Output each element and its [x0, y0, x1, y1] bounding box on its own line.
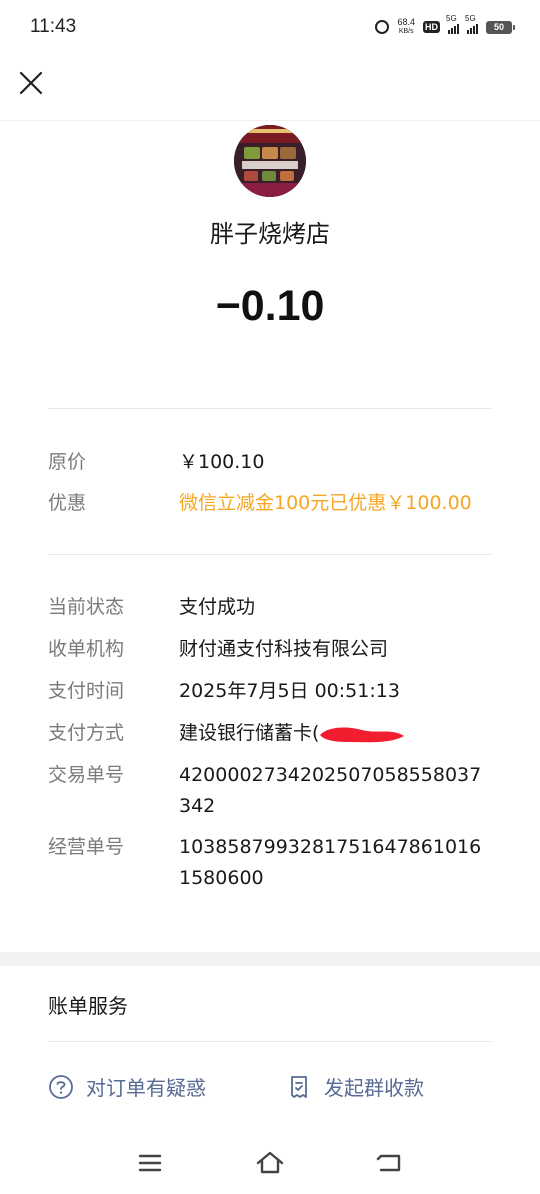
divider-3 [48, 1041, 492, 1042]
signal-label: 5G [446, 14, 457, 23]
original-price-label: 原价 [48, 451, 87, 473]
signal-icon-2: 5G [465, 14, 478, 34]
discount-value: 微信立减金100元已优惠￥100.00 [179, 492, 472, 514]
discount-label: 优惠 [48, 492, 87, 514]
group-collect-label: 发起群收款 [324, 1076, 424, 1100]
transaction-id-label: 交易单号 [48, 764, 125, 786]
menu-button[interactable] [135, 1148, 165, 1178]
redaction-scribble [320, 727, 404, 743]
payment-amount: −0.10 [215, 282, 325, 330]
section-separator [0, 952, 540, 966]
network-speed-value: 68.4 [397, 17, 415, 27]
institution-row: 收单机构 财付通支付科技有限公司 [48, 634, 492, 665]
business-id-label: 经营单号 [48, 836, 125, 858]
status-row: 当前状态 支付成功 [48, 592, 492, 623]
alarm-icon [375, 20, 390, 34]
payment-time-label: 支付时间 [48, 680, 125, 702]
transaction-id-row: 交易单号 4200002734202507058558037342 [48, 760, 492, 822]
battery-icon: 50 [486, 20, 515, 34]
status-bar: 11:43 68.4 KB/s HD 5G 5G 50 [0, 0, 540, 56]
transaction-id-value[interactable]: 4200002734202507058558037342 [179, 760, 492, 822]
merchant-name: 胖子烧烤店 [210, 220, 330, 248]
divider-2 [48, 554, 492, 555]
back-button[interactable] [375, 1148, 405, 1178]
status-icons: 68.4 KB/s HD 5G 5G 50 [375, 14, 515, 36]
close-button[interactable] [14, 66, 48, 100]
back-icon [376, 1154, 401, 1172]
institution-label: 收单机构 [48, 638, 125, 660]
menu-icon [138, 1154, 162, 1172]
original-price-value: ￥100.10 [179, 451, 265, 473]
status-time: 11:43 [30, 16, 77, 37]
payment-method-row: 支付方式 建设银行储蓄卡( [48, 718, 492, 749]
original-price-row: 原价 ￥100.10 [48, 447, 492, 478]
payment-time-value: 2025年7月5日 00:51:13 [179, 680, 400, 702]
system-nav-bar [0, 1134, 540, 1194]
discount-row: 优惠 微信立减金100元已优惠￥100.00 [48, 488, 492, 519]
question-circle-icon [49, 1074, 73, 1099]
institution-value: 财付通支付科技有限公司 [179, 638, 389, 660]
hd-icon: HD [423, 21, 440, 33]
merchant-avatar [234, 125, 306, 197]
network-speed-unit: KB/s [398, 28, 414, 35]
payment-method-label: 支付方式 [48, 722, 125, 744]
business-id-row: 经营单号 103858799328175164786101615806​00 [48, 832, 492, 894]
header-divider [0, 120, 540, 121]
signal-icon: 5G [446, 14, 459, 34]
bill-services-title: 账单服务 [48, 994, 128, 1018]
order-question-label: 对订单有疑惑 [86, 1076, 206, 1100]
close-icon [19, 71, 43, 95]
divider-1 [48, 408, 492, 409]
payment-time-row: 支付时间 2025年7月5日 00:51:13 [48, 676, 492, 707]
business-id-value[interactable]: 103858799328175164786101615806​00 [179, 832, 492, 894]
home-button[interactable] [255, 1148, 285, 1178]
receipt-icon [291, 1075, 307, 1098]
home-icon [256, 1151, 284, 1174]
group-collect-button[interactable]: 发起群收款 [286, 1072, 424, 1101]
order-question-button[interactable]: 对订单有疑惑 [48, 1072, 206, 1101]
status-value: 支付成功 [179, 596, 256, 618]
signal-label-2: 5G [465, 14, 476, 23]
status-label: 当前状态 [48, 596, 125, 618]
network-speed: 68.4 KB/s [397, 18, 415, 36]
